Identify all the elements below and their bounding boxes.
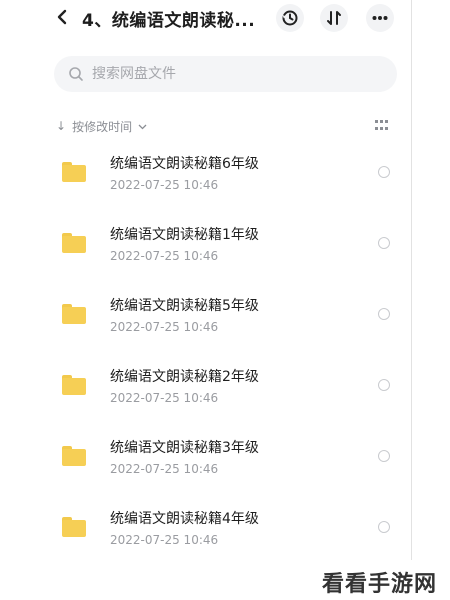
search-bar[interactable] — [54, 56, 397, 92]
select-radio[interactable] — [378, 450, 390, 462]
sort-button[interactable] — [320, 4, 348, 32]
sort-icon — [327, 11, 341, 25]
folder-icon — [62, 375, 86, 395]
divider — [411, 0, 412, 560]
select-radio[interactable] — [378, 166, 390, 178]
file-date: 2022-07-25 10:46 — [110, 249, 219, 263]
search-icon — [69, 67, 83, 81]
list-item[interactable]: 统编语文朗读秘籍6年级 2022-07-25 10:46 — [0, 136, 412, 207]
file-name: 统编语文朗读秘籍1年级 — [110, 227, 259, 243]
grid-view-icon[interactable] — [375, 120, 389, 132]
list-item[interactable]: 统编语文朗读秘籍5年级 2022-07-25 10:46 — [0, 278, 412, 349]
file-name: 统编语文朗读秘籍2年级 — [110, 369, 259, 385]
history-icon — [282, 10, 298, 26]
folder-icon — [62, 162, 86, 182]
sort-selector[interactable]: ↓ 按修改时间 — [56, 116, 147, 136]
select-radio[interactable] — [378, 237, 390, 249]
file-date: 2022-07-25 10:46 — [110, 320, 219, 334]
file-name: 统编语文朗读秘籍3年级 — [110, 440, 259, 456]
sort-label: 按修改时间 — [72, 119, 133, 134]
file-date: 2022-07-25 10:46 — [110, 391, 219, 405]
file-list: 统编语文朗读秘籍6年级 2022-07-25 10:46 统编语文朗读秘籍1年级… — [0, 136, 412, 562]
file-date: 2022-07-25 10:46 — [110, 533, 219, 547]
folder-icon — [62, 304, 86, 324]
history-button[interactable] — [276, 4, 304, 32]
folder-icon — [62, 233, 86, 253]
list-item[interactable]: 统编语文朗读秘籍4年级 2022-07-25 10:46 — [0, 491, 412, 562]
file-name: 统编语文朗读秘籍5年级 — [110, 298, 259, 314]
file-name: 统编语文朗读秘籍4年级 — [110, 511, 259, 527]
select-radio[interactable] — [378, 379, 390, 391]
folder-icon — [62, 446, 86, 466]
header: 4、统编语文朗读秘... — [0, 0, 412, 36]
list-item[interactable]: 统编语文朗读秘籍3年级 2022-07-25 10:46 — [0, 420, 412, 491]
chevron-left-icon — [57, 9, 67, 25]
folder-icon — [62, 517, 86, 537]
file-date: 2022-07-25 10:46 — [110, 462, 219, 476]
select-radio[interactable] — [378, 308, 390, 320]
list-item[interactable]: 统编语文朗读秘籍2年级 2022-07-25 10:46 — [0, 349, 412, 420]
search-input[interactable] — [92, 66, 352, 82]
file-browser-screen: 4、统编语文朗读秘... 搜索网盘文件 ↓ 按修改时间 统编语文朗读秘籍6年级 … — [0, 0, 412, 600]
file-name: 统编语文朗读秘籍6年级 — [110, 156, 259, 172]
chevron-down-icon — [138, 119, 147, 133]
more-horizontal-icon — [372, 16, 388, 20]
file-date: 2022-07-25 10:46 — [110, 178, 219, 192]
page-title: 4、统编语文朗读秘... — [82, 11, 256, 31]
site-watermark: 看看手游网 — [322, 572, 438, 597]
more-button[interactable] — [366, 4, 394, 32]
list-item[interactable]: 统编语文朗读秘籍1年级 2022-07-25 10:46 — [0, 207, 412, 278]
sort-direction-icon: ↓ — [56, 119, 67, 133]
select-radio[interactable] — [378, 521, 390, 533]
back-button[interactable] — [54, 7, 70, 27]
